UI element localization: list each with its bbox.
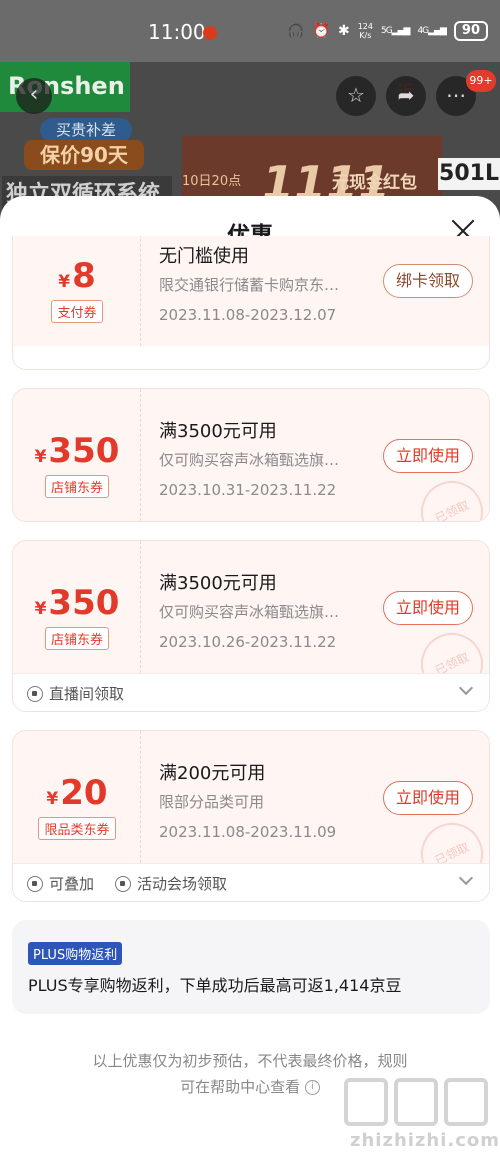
coupon-desc: 仅可购买容声冰箱甄选旗… bbox=[159, 603, 340, 621]
watermark-glyph bbox=[344, 1078, 388, 1126]
star-icon[interactable]: ☆ bbox=[336, 76, 376, 116]
back-icon[interactable]: ‹ bbox=[16, 78, 52, 114]
net-speed-unit: K/s bbox=[359, 31, 372, 40]
cart-badge: 99+ bbox=[466, 70, 496, 92]
coupon-amount-value: 350 bbox=[48, 583, 120, 623]
coupon-main: ¥350 店铺东券 满3500元可用 仅可购买容声冰箱甄选旗… 2023.10.… bbox=[13, 541, 489, 706]
coupon-type-label: 店铺东券 bbox=[44, 475, 109, 498]
promo-pill: 买贵补差 bbox=[40, 118, 132, 142]
status-time: 11:00 bbox=[148, 20, 206, 44]
watermark-logo: zhizhizhi.com bbox=[344, 1078, 499, 1158]
coupon-desc: 限部分品类可用 bbox=[159, 793, 265, 811]
coupon-date: 2023.11.08-2023.11.09 bbox=[159, 823, 337, 841]
coupon-sheet: 优惠 ¥8 支付券 无门槛使用 限交通银行储蓄卡购京东… 2023.11.08-… bbox=[0, 196, 500, 1164]
use-now-button[interactable]: 立即使用 bbox=[383, 591, 473, 625]
coupon-type-label: 限品类东券 bbox=[38, 817, 116, 840]
coupon-card: ¥20 限品类东券 满200元可用 限部分品类可用 2023.11.08-202… bbox=[12, 730, 490, 902]
coupon-main: ¥8 支付券 无门槛使用 限交通银行储蓄卡购京东… 2023.11.08-202… bbox=[13, 236, 489, 346]
share-icon[interactable]: ➦ bbox=[386, 76, 426, 116]
use-now-button[interactable]: 立即使用 bbox=[383, 439, 473, 473]
chevron-down-icon[interactable] bbox=[458, 870, 474, 886]
status-icons: 🎧 ⏰ ✱ 124 K/s 5G▂▄▆ 4G▂▄▆ 90 bbox=[287, 21, 488, 41]
signal-4g-label: 4G bbox=[417, 26, 429, 36]
signal-5g-label: 5G bbox=[380, 26, 393, 36]
coupon-main: ¥20 限品类东券 满200元可用 限部分品类可用 2023.11.08-202… bbox=[13, 731, 489, 896]
coupon-type: 限品类东券 bbox=[13, 817, 141, 840]
signal-5g-icon: 5G▂▄▆ bbox=[380, 26, 410, 36]
coupon-amount-value: 8 bbox=[72, 256, 96, 296]
coupon-footer[interactable]: 直播间领取 bbox=[13, 673, 489, 711]
info-icon: i bbox=[304, 1080, 320, 1095]
net-speed: 124 K/s bbox=[358, 22, 373, 40]
watermark-glyph bbox=[444, 1078, 488, 1126]
stack-icon bbox=[27, 875, 43, 892]
headphones-icon: 🎧 bbox=[287, 23, 305, 39]
use-now-button[interactable]: 立即使用 bbox=[383, 781, 473, 815]
alarm-icon: ⏰ bbox=[312, 23, 330, 39]
coupon-left: ¥350 店铺东券 bbox=[13, 541, 141, 673]
coupon-title: 满3500元可用 bbox=[159, 421, 277, 442]
bind-card-button[interactable]: 绑卡领取 bbox=[383, 264, 473, 298]
coupon-left: ¥20 限品类东券 bbox=[13, 731, 141, 863]
status-bar: 11:00 🎧 ⏰ ✱ 124 K/s 5G▂▄▆ 4G▂▄▆ 90 bbox=[0, 0, 500, 62]
coupon-type: 店铺东券 bbox=[13, 475, 141, 498]
coupon-title: 无门槛使用 bbox=[159, 246, 249, 267]
coupon-amount-value: 350 bbox=[48, 431, 120, 471]
coupon-left: ¥350 店铺东券 bbox=[13, 389, 141, 521]
coupon-desc: 限交通银行储蓄卡购京东… bbox=[159, 276, 340, 294]
battery-level: 90 bbox=[461, 23, 480, 38]
event-venue-source: 活动会场领取 bbox=[115, 873, 227, 894]
capacity-badge: 501L bbox=[438, 158, 500, 190]
currency-symbol: ¥ bbox=[34, 599, 47, 619]
help-center-link: 可在帮助中心查看 bbox=[180, 1078, 301, 1096]
chevron-down-icon[interactable] bbox=[458, 680, 474, 696]
coupon-date: 2023.10.31-2023.11.22 bbox=[159, 481, 337, 499]
coupon-amount: ¥350 bbox=[13, 583, 141, 623]
coupon-card: ¥350 店铺东券 满3500元可用 仅可购买容声冰箱甄选旗… 2023.10.… bbox=[12, 388, 490, 522]
watermark-text: zhizhizhi.com bbox=[350, 1130, 500, 1151]
coupon-title: 满200元可用 bbox=[159, 763, 266, 784]
signal-4g-icon: 4G▂▄▆ bbox=[417, 26, 446, 36]
notification-icon bbox=[203, 26, 217, 40]
coupon-date: 2023.10.26-2023.11.22 bbox=[159, 633, 337, 651]
stackable-tag: 可叠加 bbox=[27, 873, 94, 894]
currency-symbol: ¥ bbox=[46, 789, 59, 809]
source-label: 直播间领取 bbox=[49, 685, 125, 703]
coupon-type-label: 支付券 bbox=[51, 300, 103, 323]
coupon-main: ¥350 店铺东券 满3500元可用 仅可购买容声冰箱甄选旗… 2023.10.… bbox=[13, 389, 489, 521]
currency-symbol: ¥ bbox=[58, 272, 71, 292]
event-subtitle: 元现金红包 bbox=[332, 173, 417, 193]
coupon-type-label: 店铺东券 bbox=[44, 627, 109, 650]
coupon-amount: ¥350 bbox=[13, 431, 141, 471]
currency-symbol: ¥ bbox=[34, 447, 47, 467]
disclaimer-line-1: 以上优惠仅为初步预估，不代表最终价格，规则 bbox=[92, 1052, 408, 1070]
coupon-desc: 仅可购买容声冰箱甄选旗… bbox=[159, 451, 340, 469]
promo-banner: 保价90天 bbox=[24, 140, 144, 170]
plus-rebate-box: PLUS购物返利 PLUS专享购物返利，下单成功后最高可返1,414京豆 bbox=[12, 920, 490, 1014]
coupon-type: 店铺东券 bbox=[13, 627, 141, 650]
coupon-amount: ¥20 bbox=[13, 773, 141, 813]
coupon-amount: ¥8 bbox=[13, 256, 141, 296]
live-room-source: 直播间领取 bbox=[27, 683, 124, 704]
plus-text: PLUS专享购物返利，下单成功后最高可返1,414京豆 bbox=[28, 976, 402, 995]
live-icon bbox=[27, 685, 43, 702]
coupon-left: ¥8 支付券 bbox=[13, 236, 141, 346]
coupon-type: 支付券 bbox=[13, 300, 141, 323]
stackable-label: 可叠加 bbox=[49, 875, 95, 893]
coupon-card: ¥350 店铺东券 满3500元可用 仅可购买容声冰箱甄选旗… 2023.10.… bbox=[12, 540, 490, 712]
bluetooth-icon: ✱ bbox=[337, 23, 350, 39]
battery-icon: 90 bbox=[453, 21, 488, 41]
coupon-footer[interactable]: 可叠加 活动会场领取 bbox=[13, 863, 489, 901]
net-speed-value: 124 bbox=[357, 22, 373, 31]
coupon-card: ¥8 支付券 无门槛使用 限交通银行储蓄卡购京东… 2023.11.08-202… bbox=[12, 236, 490, 370]
coupon-title: 满3500元可用 bbox=[159, 573, 277, 594]
event-date: 10日20点 bbox=[182, 174, 242, 189]
claimed-stamp: 已领取 bbox=[410, 470, 489, 521]
coupon-amount-value: 20 bbox=[60, 773, 108, 813]
coupon-date: 2023.11.08-2023.12.07 bbox=[159, 306, 337, 324]
source-label: 活动会场领取 bbox=[137, 875, 228, 893]
watermark-glyph bbox=[394, 1078, 438, 1126]
venue-icon bbox=[115, 875, 131, 892]
plus-tag: PLUS购物返利 bbox=[28, 942, 123, 965]
